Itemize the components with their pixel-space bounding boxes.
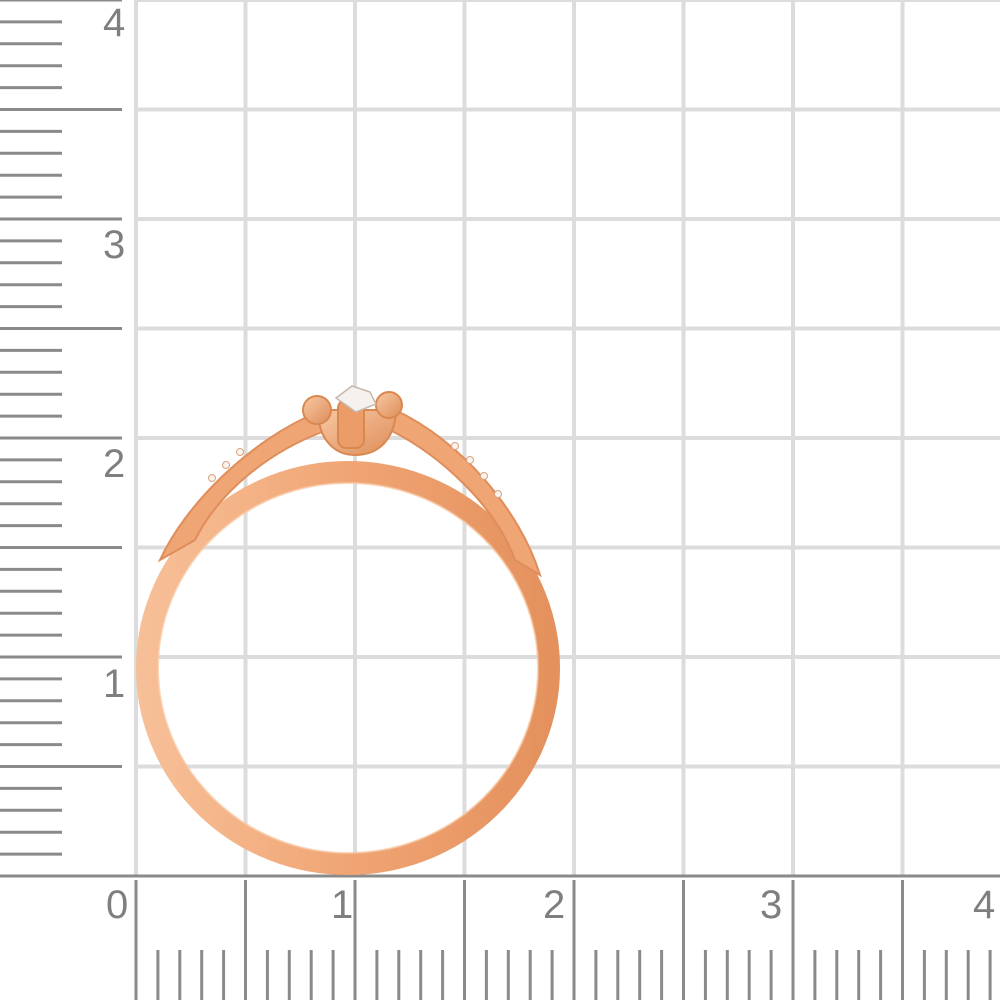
y-label-4: 4	[103, 1, 125, 45]
y-label-3: 3	[103, 223, 125, 267]
x-label-4: 4	[973, 883, 995, 927]
x-label-3: 3	[760, 883, 782, 927]
side-stone	[480, 472, 488, 480]
stone-setting	[302, 385, 403, 457]
y-label-2: 2	[103, 442, 125, 486]
x-label-2: 2	[543, 883, 565, 927]
x-label-1: 1	[331, 883, 353, 927]
x-label-0: 0	[106, 883, 128, 927]
product-photo: 0 1 2 3 4 1 2 3 4	[0, 0, 1000, 1000]
prong-right	[375, 391, 403, 419]
ring-band-inner-edge	[157, 482, 539, 854]
ring-icon	[136, 385, 560, 875]
side-stone	[222, 461, 230, 469]
vertical-ruler	[0, 0, 122, 878]
side-stone	[451, 442, 459, 450]
horizontal-ruler	[0, 874, 1000, 1000]
measurement-grid	[134, 0, 1000, 876]
ring-band	[136, 461, 560, 875]
side-stone	[208, 474, 216, 482]
side-stone	[236, 448, 244, 456]
prong-left	[302, 395, 332, 425]
side-stone	[466, 456, 474, 464]
y-label-1: 1	[103, 662, 125, 706]
side-stone	[494, 490, 502, 498]
